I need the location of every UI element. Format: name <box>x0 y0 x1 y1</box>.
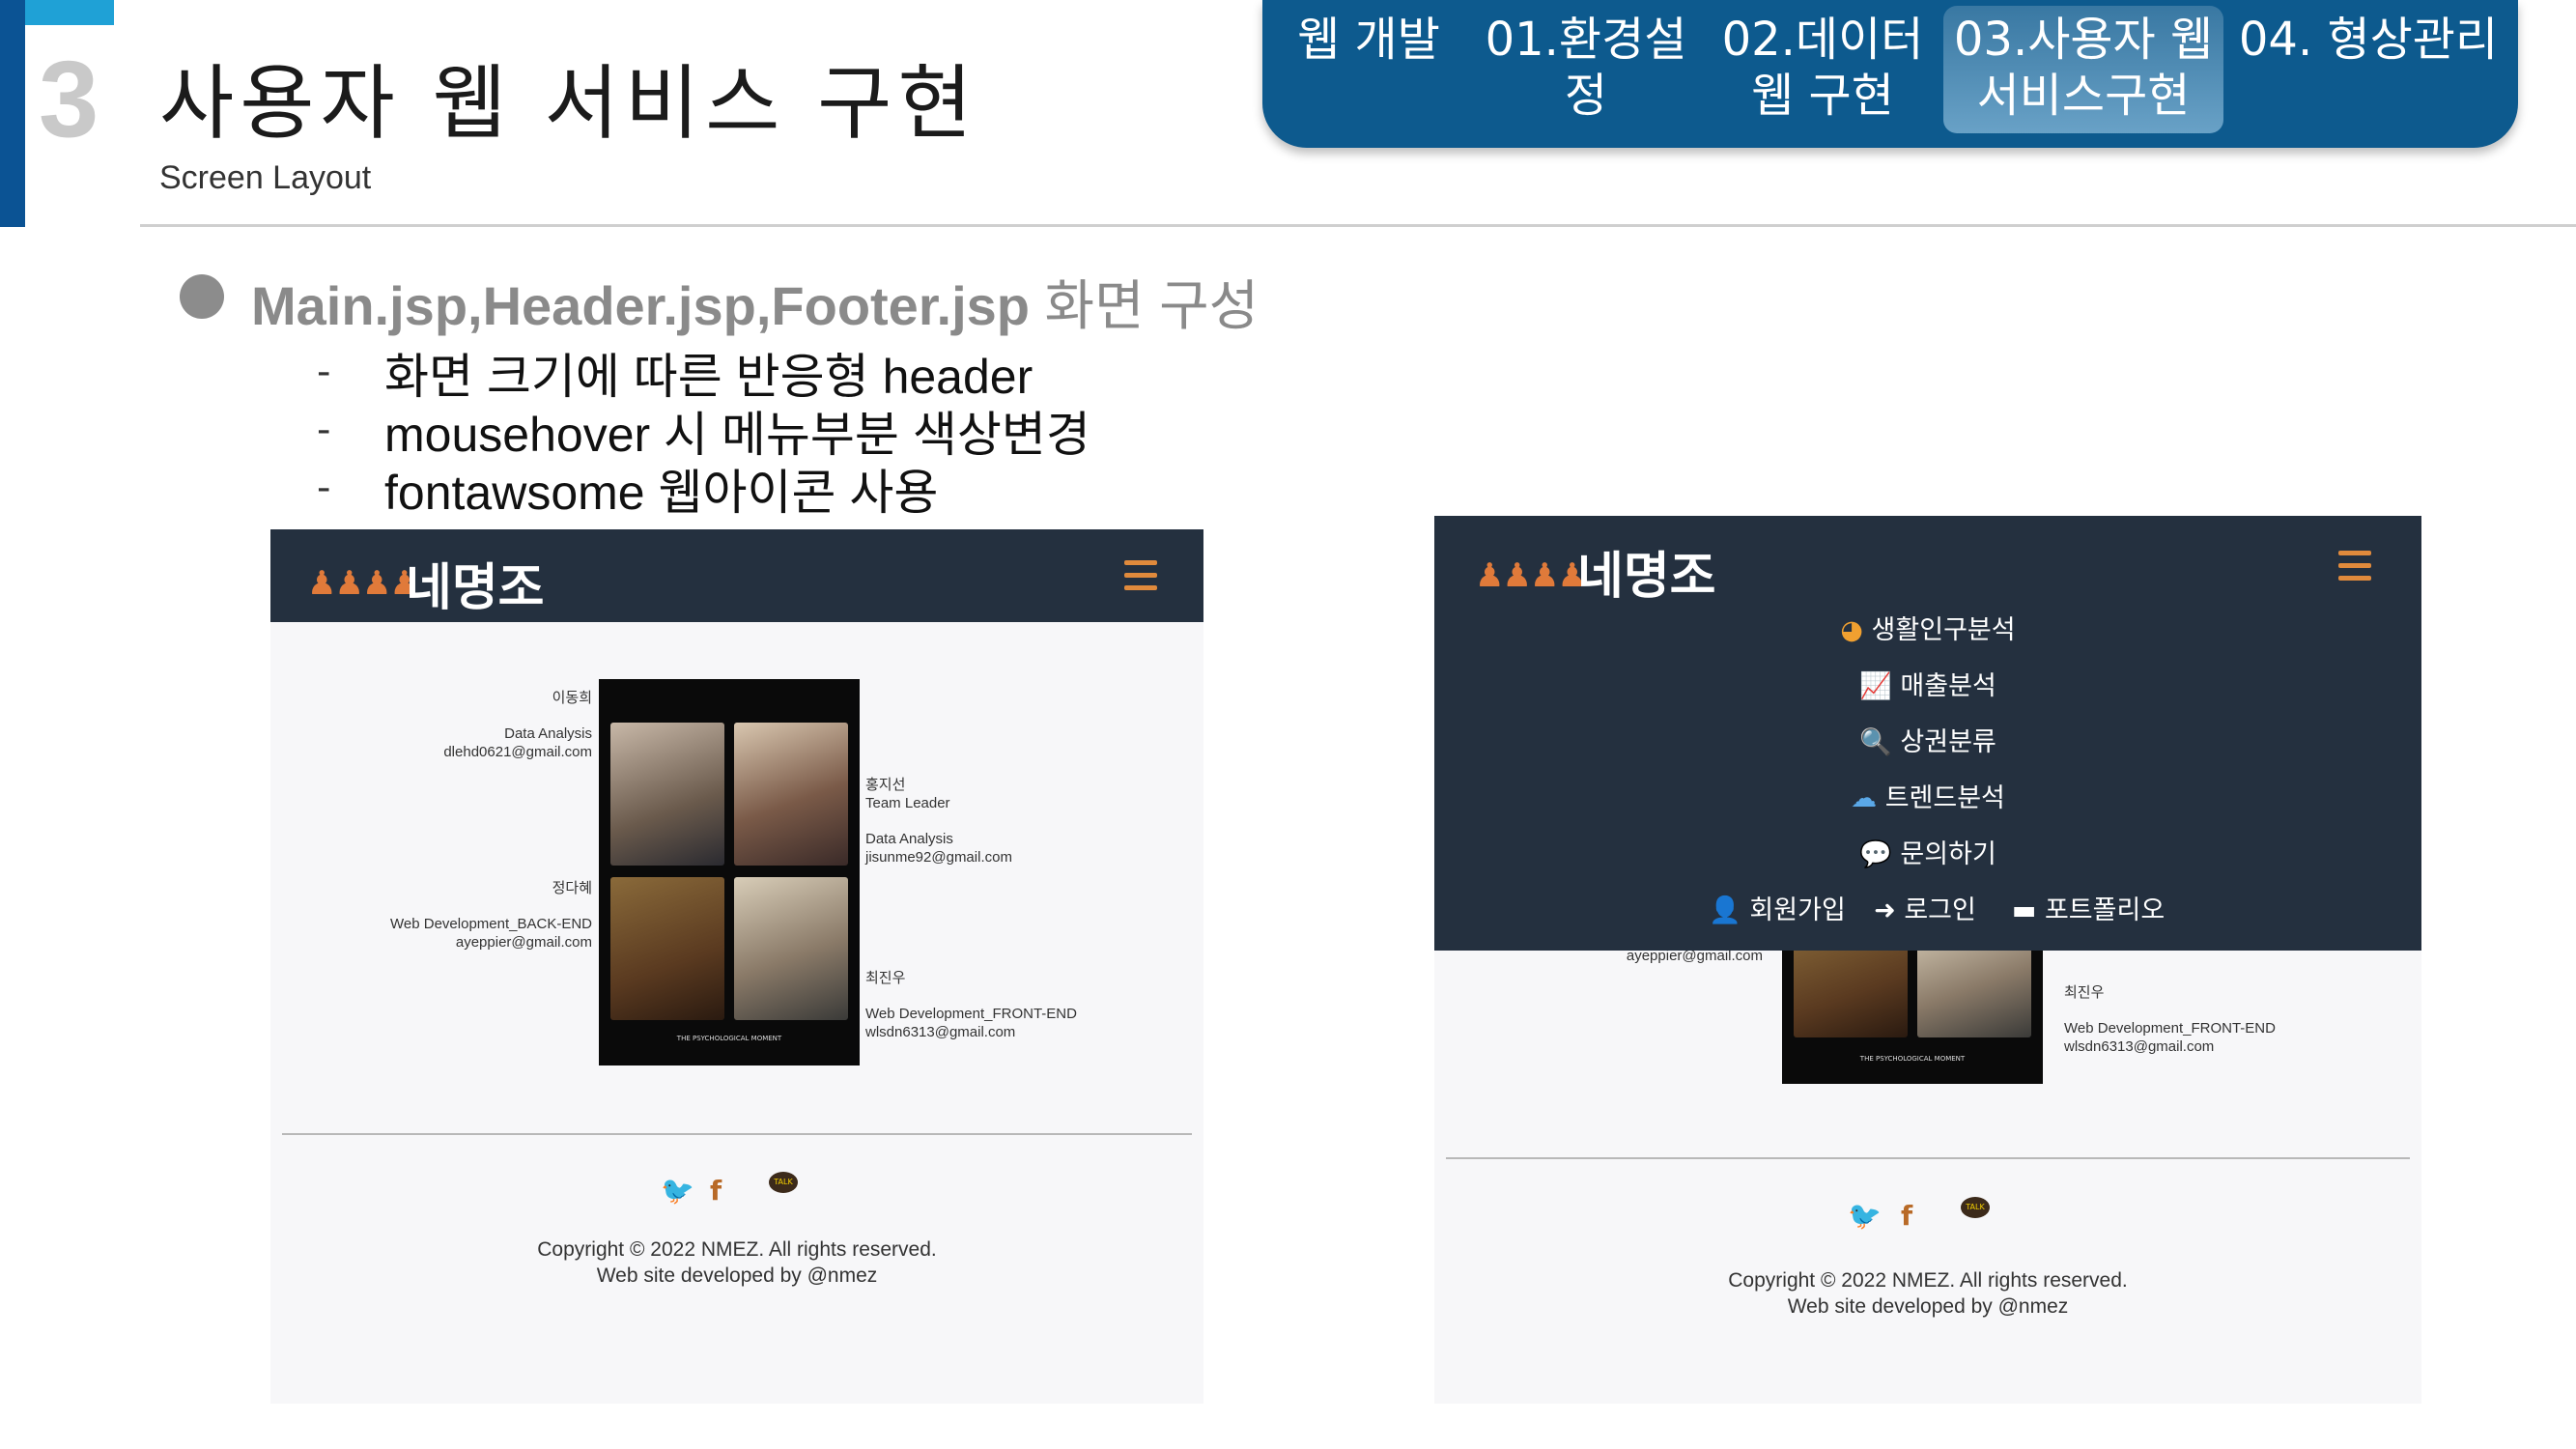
pie-chart-icon: ◕ <box>1840 615 1863 645</box>
user-icon: 👤 <box>1709 895 1741 925</box>
sub-item-dash: - <box>317 466 331 510</box>
photo-caption: THE PSYCHOLOGICAL MOMENT <box>1859 1055 1966 1063</box>
sign-in-icon: ➜ <box>1874 895 1896 925</box>
screenshot-main-page: ♟♟♟♟ 네명조 THE PSYCHOLOGICAL MOMENT 이동희 Da… <box>270 529 1203 1404</box>
hamburger-icon[interactable] <box>1124 560 1157 598</box>
menu-item-inquiry[interactable]: 💬 문의하기 <box>1434 833 2421 870</box>
page-subtitle: Screen Layout <box>159 159 372 196</box>
site-navbar-expanded: ♟♟♟♟ 네명조 ◕ 생활인구분석 📈 매출분석 🔍 상권분류 ☁ 트렌드분석 … <box>1434 516 2421 951</box>
member-info-1: 이동희 Data Analysis dlehd0621@gmail.com <box>443 690 592 760</box>
sub-item-dash: - <box>317 350 331 394</box>
hamburger-icon[interactable] <box>2338 551 2371 588</box>
photo-member-3 <box>610 877 724 1020</box>
site-navbar: ♟♟♟♟ 네명조 <box>270 529 1203 622</box>
chat-icon: 💬 <box>1859 839 1892 869</box>
member-info-4: 최진우 Web Development_FRONT-END wlsdn6313@… <box>2064 984 2276 1055</box>
logo-people-icon: ♟♟♟♟ <box>307 564 419 603</box>
menu-item-commercial[interactable]: 🔍 상권분류 <box>1434 721 2421 758</box>
facebook-icon[interactable]: f <box>1901 1200 1912 1232</box>
member-info-4: 최진우 Web Development_FRONT-END wlsdn6313@… <box>865 970 1077 1040</box>
screenshot-mobile-menu: ayeppier@gmail.com THE PSYCHOLOGICAL MOM… <box>1434 516 2421 1404</box>
photo-caption: THE PSYCHOLOGICAL MOMENT <box>676 1035 782 1042</box>
top-accent-strip <box>25 0 114 25</box>
nav-item-user-web-active[interactable]: 03.사용자 웹 서비스구현 <box>1943 6 2223 133</box>
line-chart-icon: 📈 <box>1859 671 1892 701</box>
sub-item-fontawesome: fontawsome 웹아이콘 사용 <box>384 466 939 520</box>
kakaotalk-icon[interactable]: TALK <box>769 1172 798 1193</box>
logo-people-icon: ♟♟♟♟ <box>1475 556 1587 595</box>
photo-member-1 <box>610 723 724 866</box>
nav-item-setup[interactable]: 01.환경설정 <box>1470 12 1702 124</box>
sub-item-dash: - <box>317 408 331 452</box>
search-icon: 🔍 <box>1859 727 1892 757</box>
menu-item-signup[interactable]: 👤 회원가입 <box>1695 889 1859 926</box>
menu-item-sales[interactable]: 📈 매출분석 <box>1434 665 2421 702</box>
team-photo-collage: THE PSYCHOLOGICAL MOMENT <box>599 679 860 1065</box>
nav-item-web-dev[interactable]: 웹 개발 <box>1287 12 1451 68</box>
site-logo[interactable]: 네명조 <box>1577 535 1716 608</box>
twitter-icon[interactable]: 🐦 <box>661 1175 694 1207</box>
bullet-dot <box>180 274 224 319</box>
photo-member-2 <box>734 723 848 866</box>
site-logo[interactable]: 네명조 <box>406 547 545 619</box>
menu-item-portfolio[interactable]: ▬ 포트폴리오 <box>1996 889 2180 926</box>
section-nav: 웹 개발 01.환경설정 02.데이터 웹 구현 03.사용자 웹 서비스구현 … <box>1262 0 2518 148</box>
kakaotalk-icon[interactable]: TALK <box>1961 1197 1990 1218</box>
nav-item-config-mgmt[interactable]: 04. 형상관리 <box>2238 12 2499 68</box>
cloud-icon: ☁ <box>1851 783 1878 813</box>
bullet-title: Main.jsp,Header.jsp,Footer.jsp 화면 구성 <box>251 275 1260 336</box>
twitter-icon[interactable]: 🐦 <box>1848 1200 1882 1232</box>
member-info-3: 정다혜 Web Development_BACK-END ayeppier@gm… <box>390 880 592 951</box>
nav-item-data-web[interactable]: 02.데이터 웹 구현 <box>1721 12 1924 124</box>
left-accent-bar <box>0 0 25 227</box>
member-info-2: 홍지선 Team Leader Data Analysis jisunme92@… <box>865 777 1012 866</box>
menu-item-trend[interactable]: ☁ 트렌드분석 <box>1434 777 2421 814</box>
header-divider <box>140 224 2576 227</box>
footer-copyright: Copyright © 2022 NMEZ. All rights reserv… <box>537 1238 937 1287</box>
footer-copyright: Copyright © 2022 NMEZ. All rights reserv… <box>1728 1269 2128 1318</box>
menu-item-login[interactable]: ➜ 로그인 <box>1857 889 1993 926</box>
menu-item-population[interactable]: ◕ 생활인구분석 <box>1434 609 2421 646</box>
folder-icon: ▬ <box>2011 895 2037 925</box>
footer-divider <box>1446 1157 2410 1159</box>
footer-divider <box>282 1133 1192 1135</box>
page-title: 사용자 웹 서비스 구현 <box>159 56 978 151</box>
facebook-icon[interactable]: f <box>710 1175 722 1207</box>
section-number: 3 <box>39 39 99 159</box>
photo-member-4 <box>734 877 848 1020</box>
